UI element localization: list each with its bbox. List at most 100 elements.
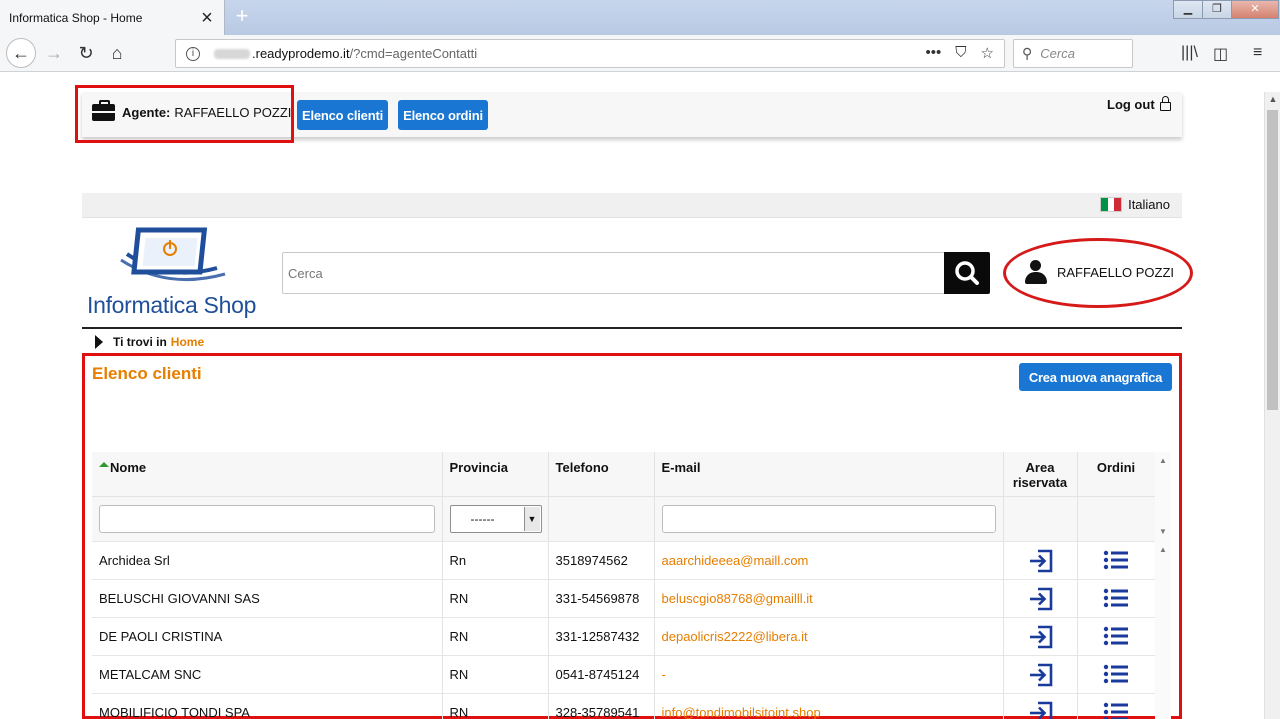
column-name-label: Nome [110, 460, 147, 475]
search-icon: ⚲ [1022, 45, 1033, 61]
table-scrollbar[interactable]: ▲ ▼ ▲ [1155, 452, 1171, 719]
forward-icon[interactable]: → [40, 40, 68, 68]
breadcrumb: Ti trovi in Home [95, 335, 204, 349]
logout-link[interactable]: Log out [1107, 96, 1171, 112]
login-icon[interactable] [1028, 701, 1053, 719]
page-viewport: Agente: RAFFAELLO POZZI Elenco clienti E… [0, 72, 1264, 719]
client-phone: 331-54569878 [548, 578, 655, 617]
filter-cell [654, 495, 1004, 541]
scroll-up-icon[interactable]: ▲ [1265, 94, 1280, 104]
minimize-icon[interactable]: ▁ [1173, 0, 1203, 19]
logo-text: Informatica Shop [87, 292, 257, 318]
agent-label: Agente: RAFFAELLO POZZI [92, 100, 292, 121]
client-email[interactable]: beluscgio88768@gmailll.it [654, 578, 1004, 617]
table-row: METALCAM SNC RN 0541-8745124- [92, 654, 1156, 693]
lock-icon [1159, 96, 1171, 111]
browser-search-placeholder: Cerca [1040, 46, 1075, 61]
page-actions-icon[interactable]: ••• [926, 44, 942, 62]
browser-tab[interactable]: Informatica Shop - Home × [0, 0, 225, 35]
orders-list-icon[interactable] [1103, 626, 1129, 646]
reload-icon[interactable]: ↻ [72, 40, 100, 68]
orders-list-icon[interactable] [1103, 550, 1129, 570]
table-row: BELUSCHI GIOVANNI SAS RN 331-54569878 belus… [92, 578, 1156, 617]
column-name[interactable]: Nome [92, 452, 443, 496]
breadcrumb-home-link[interactable]: Home [171, 335, 204, 349]
email-filter-input[interactable] [661, 504, 996, 533]
orders-cell [1077, 692, 1156, 719]
user-highlight-ellipse [1003, 238, 1193, 308]
browser-tab-strip: Informatica Shop - Home × + ▁ ❐ ✕ [0, 0, 1280, 35]
login-icon[interactable] [1028, 625, 1053, 649]
login-icon[interactable] [1028, 549, 1053, 573]
filter-cell: ------ ▼ [442, 495, 549, 541]
language-label: Italiano [1128, 197, 1170, 212]
clients-list-button[interactable]: Elenco clienti [297, 100, 388, 130]
client-name: Archidea Srl [92, 540, 443, 579]
bookmark-star-icon[interactable]: ☆ [981, 44, 994, 62]
client-province: RN [442, 616, 549, 655]
client-province: RN [442, 692, 549, 719]
orders-list-icon[interactable] [1103, 588, 1129, 608]
province-filter-select[interactable]: ------ ▼ [449, 504, 542, 533]
client-email[interactable]: depaolicris2222@libera.it [654, 616, 1004, 655]
client-province: Rn [442, 540, 549, 579]
login-icon[interactable] [1028, 587, 1053, 611]
client-email[interactable]: aaarchideeea@maill.com [654, 540, 1004, 579]
menu-icon[interactable]: ≡ [1253, 44, 1262, 62]
site-logo[interactable]: Informatica Shop [87, 224, 267, 319]
scroll-down-icon[interactable]: ▼ [1155, 527, 1171, 536]
sidebar-icon[interactable]: ◫ [1213, 44, 1228, 64]
client-name: DE PAOLI CRISTINA [92, 616, 443, 655]
client-name: METALCAM SNC [92, 654, 443, 693]
page-scrollbar[interactable]: ▲ [1264, 92, 1280, 719]
browser-search-input[interactable]: ⚲ Cerca [1013, 39, 1133, 68]
url-host: .readyprodemo.it [252, 46, 350, 61]
reserved-area-cell [1003, 540, 1078, 579]
logout-label: Log out [1107, 97, 1155, 112]
back-icon[interactable]: ← [6, 38, 36, 68]
filter-cell [1077, 495, 1156, 541]
table-filter-row: ------ ▼ [92, 495, 1156, 541]
column-orders: Ordini [1077, 452, 1156, 496]
agent-name: RAFFAELLO POZZI [174, 105, 292, 120]
briefcase-icon [92, 100, 115, 121]
scroll-up-icon[interactable]: ▲ [1155, 545, 1171, 554]
agent-label-text: Agente: [122, 105, 171, 120]
filter-cell [92, 495, 443, 541]
login-icon[interactable] [1028, 663, 1053, 687]
table-row: DE PAOLI CRISTINA RN 331-12587432 depaolicr… [92, 616, 1156, 655]
new-tab-icon[interactable]: + [230, 4, 254, 30]
filter-cell [1003, 495, 1078, 541]
column-phone[interactable]: Telefono [548, 452, 655, 496]
column-reserved-area: Area riservata [1003, 452, 1078, 496]
reserved-area-cell [1003, 692, 1078, 719]
orders-list-icon[interactable] [1103, 664, 1129, 684]
library-icon[interactable]: |||\ [1181, 44, 1198, 62]
url-path: /?cmd=agenteContatti [349, 46, 478, 61]
site-info-icon[interactable]: i [186, 46, 200, 61]
site-search-button[interactable] [944, 252, 990, 294]
orders-cell [1077, 616, 1156, 655]
scroll-up-icon[interactable]: ▲ [1155, 456, 1171, 465]
site-search-input[interactable]: Cerca [282, 252, 945, 294]
reserved-area-cell [1003, 578, 1078, 617]
sort-asc-icon [99, 462, 109, 467]
column-email[interactable]: E-mail [654, 452, 1004, 496]
client-name: BELUSCHI GIOVANNI SAS [92, 578, 443, 617]
restore-icon[interactable]: ❐ [1202, 0, 1232, 19]
name-filter-input[interactable] [99, 504, 435, 533]
create-client-button[interactable]: Crea nuova anagrafica [1019, 363, 1172, 391]
orders-list-button[interactable]: Elenco ordini [398, 100, 488, 130]
pocket-icon[interactable]: ⛉ [955, 44, 966, 62]
column-province[interactable]: Provincia [442, 452, 549, 496]
home-icon[interactable]: ⌂ [103, 40, 131, 68]
client-email[interactable]: info@tondimobilsitoint.shop [654, 692, 1004, 719]
window-close-icon[interactable]: ✕ [1231, 0, 1279, 19]
table-row: MOBILIFICIO TONDI SPA RN 328-35789541 info@… [92, 692, 1156, 719]
orders-list-icon[interactable] [1103, 702, 1129, 719]
dropdown-arrow-icon: ▼ [523, 506, 540, 531]
language-selector[interactable]: Italiano [1100, 197, 1170, 212]
close-tab-icon[interactable]: × [196, 8, 218, 28]
scroll-thumb[interactable] [1267, 110, 1278, 410]
url-bar[interactable]: i .readyprodemo.it /?cmd=agenteContatti … [175, 39, 1005, 68]
